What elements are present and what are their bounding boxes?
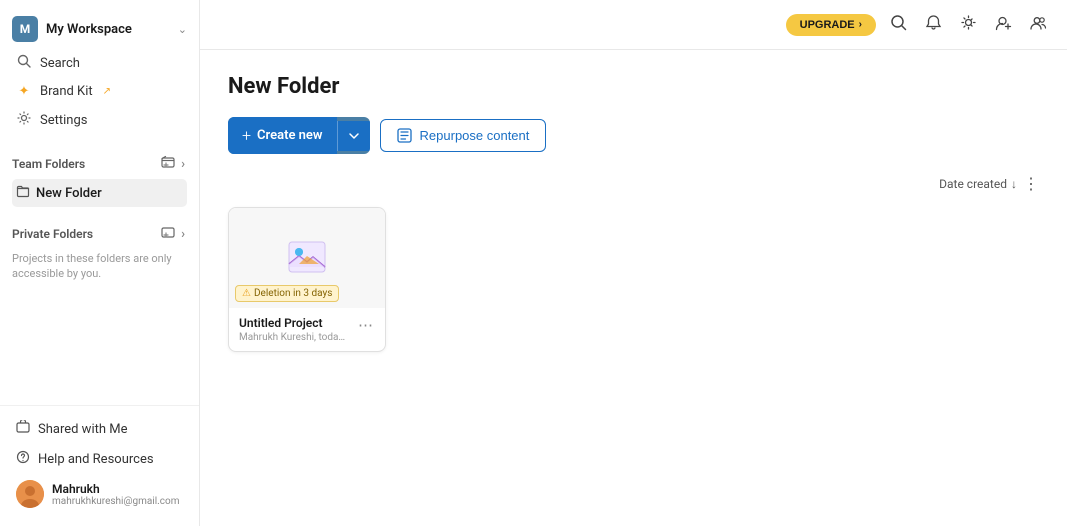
sidebar-item-help[interactable]: Help and Resources: [12, 444, 187, 474]
private-folders-header: Private Folders ›: [12, 219, 187, 249]
bell-icon[interactable]: [921, 10, 946, 39]
search-topbar-icon[interactable]: [886, 10, 911, 39]
add-private-folder-icon[interactable]: [159, 223, 177, 245]
user-row[interactable]: Mahrukh mahrukhkureshi@gmail.com: [12, 474, 187, 514]
create-new-button[interactable]: + Create new: [228, 117, 370, 154]
workspace-left: M My Workspace: [12, 16, 132, 42]
new-folder-label: New Folder: [36, 186, 102, 201]
search-icon: [16, 54, 32, 72]
create-new-main[interactable]: + Create new: [228, 117, 337, 154]
action-bar: + Create new Repurpose content: [228, 117, 1039, 154]
create-new-dropdown-icon[interactable]: [337, 121, 370, 151]
team-folders-icons: ›: [159, 153, 187, 175]
sort-options-icon[interactable]: ⋮: [1023, 174, 1039, 193]
workspace-row[interactable]: M My Workspace ⌄: [12, 10, 187, 48]
card-title: Untitled Project: [239, 316, 356, 330]
sidebar-bottom: Shared with Me Help and Resources Mahruk…: [0, 405, 199, 526]
private-folders-label: Private Folders: [12, 227, 93, 241]
help-label: Help and Resources: [38, 452, 154, 467]
team-folders-more-icon[interactable]: ›: [179, 155, 187, 174]
create-new-label: Create new: [257, 128, 322, 143]
user-avatar: [16, 480, 44, 508]
team-folders-header: Team Folders ›: [12, 149, 187, 179]
gear-topbar-icon[interactable]: [956, 10, 981, 39]
top-bar: UPGRADE ›: [200, 0, 1067, 50]
sidebar-item-settings[interactable]: Settings: [12, 105, 187, 135]
sidebar-item-brand-kit[interactable]: ✦ Brand Kit ↗: [12, 78, 187, 105]
sort-bar: Date created ↓ ⋮: [228, 174, 1039, 193]
card-meta: Mahrukh Kureshi, today at 12:12a...: [239, 332, 349, 343]
upgrade-arrow-icon: ›: [859, 19, 862, 30]
upgrade-label: UPGRADE: [800, 19, 855, 31]
sort-label[interactable]: Date created ↓: [939, 177, 1017, 191]
sidebar-item-shared[interactable]: Shared with Me: [12, 414, 187, 444]
sidebar-spacer: [0, 286, 199, 405]
private-folders-subtitle: Projects in these folders are only acces…: [12, 251, 187, 282]
sidebar-item-search[interactable]: Search: [12, 48, 187, 78]
folder-icon: [16, 184, 30, 202]
repurpose-label: Repurpose content: [420, 128, 530, 143]
brand-kit-label: Brand Kit: [40, 84, 93, 99]
team-folders-section: Team Folders › New Folder: [0, 141, 199, 211]
plus-icon: +: [242, 126, 251, 145]
card-more-options-icon[interactable]: ⋯: [356, 316, 375, 334]
cards-grid: ⚠ Deletion in 3 days Untitled Project Ma…: [228, 207, 1039, 352]
deletion-badge: ⚠ Deletion in 3 days: [235, 285, 339, 302]
card-thumbnail: ⚠ Deletion in 3 days: [229, 208, 385, 308]
upgrade-button[interactable]: UPGRADE ›: [786, 14, 876, 36]
team-icon[interactable]: [1026, 10, 1051, 39]
settings-icon: [16, 111, 32, 129]
brand-kit-badge: ↗: [103, 86, 111, 97]
card-info: Untitled Project Mahrukh Kureshi, today …: [229, 308, 385, 351]
user-email: mahrukhkureshi@gmail.com: [52, 496, 180, 507]
help-icon: [16, 450, 30, 468]
page-title: New Folder: [228, 74, 339, 99]
search-label: Search: [40, 56, 80, 71]
sort-text: Date created: [939, 177, 1007, 191]
user-name: Mahrukh: [52, 482, 180, 496]
private-folders-icons: ›: [159, 223, 187, 245]
project-card[interactable]: ⚠ Deletion in 3 days Untitled Project Ma…: [228, 207, 386, 352]
sidebar: M My Workspace ⌄ Search ✦ Brand Kit ↗ Se…: [0, 0, 200, 526]
content-area: New Folder + Create new Repurpose conten…: [200, 50, 1067, 526]
main-content: UPGRADE › New Folder + Create new: [200, 0, 1067, 526]
new-folder-item[interactable]: New Folder: [12, 179, 187, 207]
sort-arrow-icon: ↓: [1011, 177, 1017, 191]
add-team-folder-icon[interactable]: [159, 153, 177, 175]
warning-icon: ⚠: [242, 288, 251, 299]
card-text: Untitled Project Mahrukh Kureshi, today …: [239, 316, 356, 343]
shared-with-me-icon: [16, 420, 30, 438]
page-header: New Folder: [228, 74, 1039, 99]
shared-with-me-label: Shared with Me: [38, 422, 128, 437]
private-folders-more-icon[interactable]: ›: [179, 225, 187, 244]
team-folders-label: Team Folders: [12, 157, 85, 171]
workspace-avatar: M: [12, 16, 38, 42]
deletion-label: Deletion in 3 days: [254, 288, 332, 299]
workspace-name: My Workspace: [46, 22, 132, 37]
chevron-down-icon: ⌄: [178, 23, 187, 36]
user-info: Mahrukh mahrukhkureshi@gmail.com: [52, 482, 180, 507]
brand-kit-icon: ✦: [16, 84, 32, 99]
repurpose-content-button[interactable]: Repurpose content: [380, 119, 547, 152]
card-image-icon: [285, 236, 329, 280]
settings-label: Settings: [40, 113, 87, 128]
user-add-icon[interactable]: [991, 10, 1016, 39]
private-folders-section: Private Folders › Projects in these fold…: [0, 211, 199, 286]
sidebar-top: M My Workspace ⌄ Search ✦ Brand Kit ↗ Se…: [0, 0, 199, 141]
